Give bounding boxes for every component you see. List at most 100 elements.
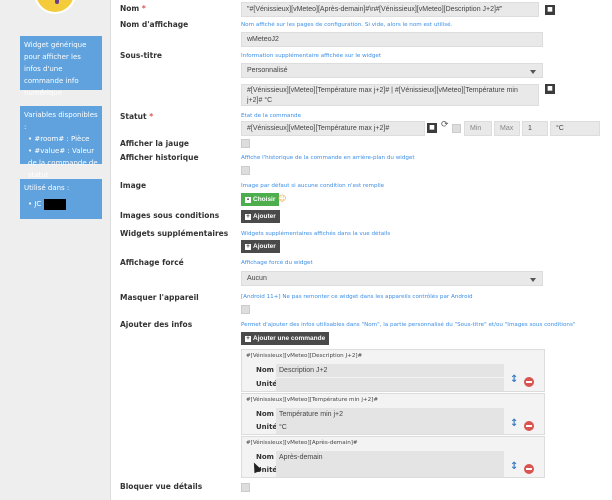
ajouter-commande-label: Ajouter une commande <box>253 335 326 342</box>
image-help: Image par défaut si aucune condition n'e… <box>241 183 385 189</box>
min-placeholder: Min <box>470 125 482 132</box>
info-nom-value: Description J+2 <box>279 367 328 374</box>
statut-label: Statut * <box>120 112 153 121</box>
choisir-button[interactable]: ▪ Choisir <box>241 193 280 206</box>
sous-titre-value: #[Vénissieux][vMeteo][Température max j+… <box>247 87 518 104</box>
historique-checkbox[interactable] <box>241 166 250 175</box>
description-text: Widget générique pour afficher les infos… <box>24 41 87 97</box>
nom-affichage-value: wMeteoJ2 <box>247 36 279 43</box>
info-nom-input[interactable]: Description J+2 <box>276 364 504 377</box>
widgets-supp-label: Widgets supplémentaires <box>120 229 229 238</box>
images-conditions-label: Images sous conditions <box>120 211 220 220</box>
widgets-supp-add-button[interactable]: + Ajouter <box>241 240 280 253</box>
variables-title: Variables disponibles : <box>24 111 98 131</box>
nom-edit-button[interactable]: ■ <box>545 5 555 15</box>
unit-input[interactable]: °C <box>550 121 600 136</box>
variables-panel: Variables disponibles : • #room# : Pièce… <box>20 106 102 179</box>
info-block-command: #[Vénissieux][vMeteo][Après-demain]# <box>246 440 358 446</box>
info-nom-value: Température min j+2 <box>279 411 344 418</box>
description-panel: Widget générique pour afficher les infos… <box>20 36 102 97</box>
statut-input[interactable]: #[Vénissieux][vMeteo][Température max j+… <box>241 121 425 136</box>
info-nom-input[interactable]: Température min j+2 <box>276 408 504 421</box>
ajouter-infos-help: Permet d'ajouter des infos utilisables d… <box>241 322 576 328</box>
plus-icon: + <box>245 244 251 250</box>
jauge-checkbox[interactable] <box>241 139 250 148</box>
remove-icon[interactable] <box>524 464 534 474</box>
affichage-force-select[interactable]: Aucun <box>241 271 543 286</box>
step-value: 1 <box>528 125 532 132</box>
images-conditions-add-button[interactable]: + Ajouter <box>241 210 280 223</box>
nom-label: Nom * <box>120 4 146 13</box>
sous-titre-label: Sous-titre <box>120 51 162 60</box>
info-nom-input[interactable]: Après-demain <box>276 451 504 464</box>
emoji-icon[interactable]: ☺ <box>278 194 286 203</box>
widgets-supp-add-label: Ajouter <box>253 243 276 250</box>
min-input[interactable]: Min <box>464 121 492 136</box>
historique-label: Afficher historique <box>120 153 199 162</box>
masquer-label: Masquer l'appareil <box>120 293 199 302</box>
variable-value: • #value# : Valeur de la commande de sta… <box>28 147 98 179</box>
sous-titre-help: Information supplémentaire affichée sur … <box>241 53 382 59</box>
nom-affichage-label: Nom d'affichage <box>120 20 189 29</box>
sidebar-divider <box>110 0 111 500</box>
ajouter-infos-label: Ajouter des infos <box>120 320 193 329</box>
historique-help: Affiche l'historique de la commande en a… <box>241 155 415 161</box>
usage-item-text: JC <box>34 200 42 208</box>
plus-icon: + <box>245 336 251 342</box>
variable-value-text: #value# : Valeur de la commande de statu… <box>28 147 98 179</box>
usage-panel: Utilisé dans : • JC <box>20 179 102 219</box>
jauge-label: Afficher la jauge <box>120 139 190 148</box>
nom-affichage-input[interactable]: wMeteoJ2 <box>241 32 543 47</box>
variable-room-text: #room# : Pièce <box>34 135 90 143</box>
affichage-force-value: Aucun <box>247 275 267 282</box>
ajouter-commande-button[interactable]: + Ajouter une commande <box>241 332 330 345</box>
statut-help: Etat de la commande <box>241 113 302 119</box>
remove-icon[interactable] <box>524 377 534 387</box>
info-unite-value: °C <box>279 424 287 431</box>
masquer-checkbox[interactable] <box>241 305 250 314</box>
sous-titre-select[interactable]: Personnalisé <box>241 63 543 78</box>
nom-affichage-help: Nom affiché sur les pages de configurati… <box>241 22 453 28</box>
statut-checkbox[interactable] <box>452 124 461 133</box>
remove-icon[interactable] <box>524 421 534 431</box>
affichage-force-label: Affichage forcé <box>120 258 184 267</box>
images-conditions-add-label: Ajouter <box>253 213 276 220</box>
widgets-supp-help: Widgets supplémentaires affichés dans la… <box>241 231 391 237</box>
sous-titre-edit-button[interactable]: ■ <box>545 84 555 94</box>
usage-item[interactable]: • JC <box>24 198 98 210</box>
variable-room: • #room# : Pièce <box>28 135 90 143</box>
redacted-block <box>43 198 66 210</box>
sort-icon[interactable]: ↕ <box>510 461 518 472</box>
refresh-icon[interactable]: ⟳ <box>441 120 449 130</box>
bloquer-label: Bloquer vue détails <box>120 482 203 491</box>
unit-value: °C <box>556 125 564 132</box>
plus-icon: + <box>245 214 251 220</box>
image-label: Image <box>120 181 147 190</box>
image-icon: ▪ <box>245 197 251 203</box>
usage-title: Utilisé dans : <box>24 184 70 192</box>
info-block: #[Vénissieux][vMeteo][Description J+2]# … <box>241 349 545 392</box>
nom-value: "#[Vénissieux][vMeteo][Après-demain]#\n#… <box>247 6 503 13</box>
sort-icon[interactable]: ↕ <box>510 418 518 429</box>
info-nom-value: Après-demain <box>279 454 323 461</box>
sort-icon[interactable]: ↕ <box>510 374 518 385</box>
max-placeholder: Max <box>500 125 514 132</box>
sous-titre-input[interactable]: #[Vénissieux][vMeteo][Température max j+… <box>241 84 539 106</box>
info-unite-input[interactable] <box>276 464 504 477</box>
sous-titre-select-value: Personnalisé <box>247 67 288 74</box>
bloquer-checkbox[interactable] <box>241 483 250 492</box>
info-unite-input[interactable] <box>276 378 504 391</box>
nom-input[interactable]: "#[Vénissieux][vMeteo][Après-demain]#\n#… <box>241 2 539 17</box>
info-block: #[Vénissieux][vMeteo][Température min j+… <box>241 393 545 435</box>
required-marker: * <box>141 4 146 13</box>
max-input[interactable]: Max <box>494 121 520 136</box>
statut-label-text: Statut <box>120 112 147 121</box>
choisir-button-label: Choisir <box>253 196 276 203</box>
masquer-help: [Android 11+] Ne pas remonter ce widget … <box>241 294 473 300</box>
statut-value: #[Vénissieux][vMeteo][Température max j+… <box>247 125 390 132</box>
step-input[interactable]: 1 <box>522 121 548 136</box>
info-block: #[Vénissieux][vMeteo][Après-demain]# Nom… <box>241 436 545 478</box>
statut-edit-button[interactable]: ■ <box>427 123 437 133</box>
info-unite-input[interactable]: °C <box>276 421 504 434</box>
info-block-command: #[Vénissieux][vMeteo][Température min j+… <box>246 397 379 403</box>
